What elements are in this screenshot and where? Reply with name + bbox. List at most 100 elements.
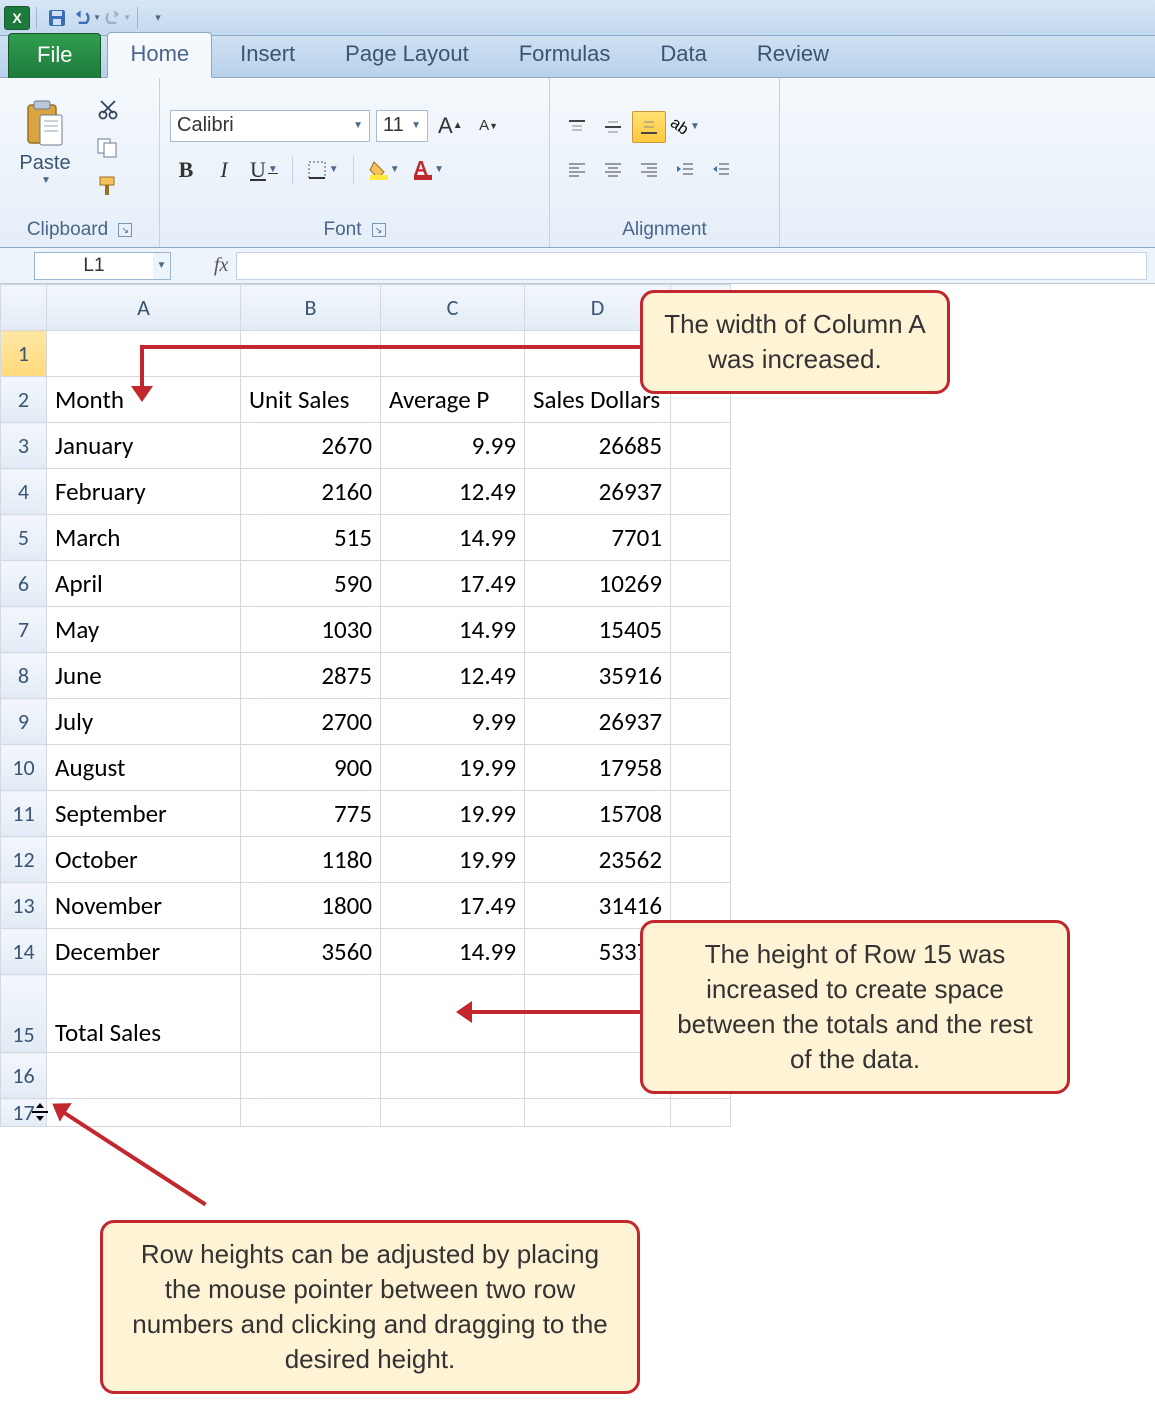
tab-insert[interactable]: Insert [218,33,317,77]
cell[interactable]: Unit Sales [241,377,381,423]
dialog-launcher-icon[interactable]: ↘ [372,223,386,237]
row-header[interactable]: 15 [1,975,47,1053]
customize-qat-button[interactable]: ▾ [144,5,172,31]
cell[interactable]: 1800 [241,883,381,929]
cell[interactable]: 26685 [525,423,671,469]
cell[interactable]: 23562 [525,837,671,883]
undo-button[interactable]: ▼ [73,5,101,31]
cell[interactable] [241,1053,381,1099]
row-header[interactable]: 3 [1,423,47,469]
cell[interactable] [525,1099,671,1127]
row-header[interactable]: 4 [1,469,47,515]
cell[interactable]: Total Sales [47,975,241,1053]
align-left-button[interactable] [560,153,594,185]
align-right-button[interactable] [632,153,666,185]
row-header[interactable]: 10 [1,745,47,791]
cell[interactable] [671,469,731,515]
cell[interactable]: March [47,515,241,561]
cell[interactable]: 19.99 [381,837,525,883]
font-size-combo[interactable]: 11 ▼ [376,110,428,142]
copy-button[interactable] [90,133,126,163]
cell[interactable]: August [47,745,241,791]
redo-button[interactable]: ▼ [103,5,131,31]
cell[interactable]: 12.49 [381,653,525,699]
column-header-c[interactable]: C [381,285,525,331]
font-name-combo[interactable]: Calibri ▼ [170,110,370,142]
row-header[interactable]: 8 [1,653,47,699]
row-header[interactable]: 16 [1,1053,47,1099]
cell[interactable]: October [47,837,241,883]
dropdown-caret-icon[interactable]: ▼ [409,120,421,131]
cell[interactable]: 26937 [525,469,671,515]
cell[interactable]: 2875 [241,653,381,699]
tab-formulas[interactable]: Formulas [497,33,633,77]
cell[interactable] [47,1053,241,1099]
cell[interactable]: July [47,699,241,745]
cell[interactable] [241,331,381,377]
row-header[interactable]: 6 [1,561,47,607]
select-all-corner[interactable] [1,285,47,331]
cell[interactable]: 10269 [525,561,671,607]
cell[interactable]: 15405 [525,607,671,653]
cell[interactable]: 14.99 [381,929,525,975]
cell[interactable] [671,791,731,837]
cell[interactable]: 17958 [525,745,671,791]
cell[interactable]: April [47,561,241,607]
cell[interactable]: 900 [241,745,381,791]
dropdown-caret-icon[interactable]: ▼ [351,120,363,131]
cell[interactable] [671,837,731,883]
dropdown-caret-icon[interactable]: ▼ [39,175,51,186]
dropdown-caret-icon[interactable]: ▼ [153,252,171,280]
grid[interactable]: A B C D 1 2 Month Unit Sales Average P S… [0,284,731,1127]
cell[interactable]: 9.99 [381,699,525,745]
cell[interactable]: 26937 [525,699,671,745]
align-top-button[interactable] [560,111,594,143]
italic-button[interactable]: I [208,153,240,187]
cell[interactable] [241,975,381,1053]
format-painter-button[interactable] [90,171,126,201]
cell[interactable]: February [47,469,241,515]
row-header[interactable]: 12 [1,837,47,883]
cell[interactable] [671,745,731,791]
cell[interactable] [671,653,731,699]
cell[interactable]: May [47,607,241,653]
dropdown-caret-icon[interactable]: ▼ [92,13,101,22]
cell[interactable]: Average P [381,377,525,423]
row-header[interactable]: 14 [1,929,47,975]
cell[interactable]: December [47,929,241,975]
cell[interactable]: 3560 [241,929,381,975]
tab-home[interactable]: Home [107,32,212,78]
align-middle-button[interactable] [596,111,630,143]
cell[interactable]: June [47,653,241,699]
dialog-launcher-icon[interactable]: ↘ [118,223,132,237]
fill-color-button[interactable]: ▼ [364,153,404,187]
increase-font-button[interactable]: A▲ [434,109,467,143]
row-header[interactable]: 7 [1,607,47,653]
tab-data[interactable]: Data [638,33,728,77]
bold-button[interactable]: B [170,153,202,187]
row-header[interactable]: 11 [1,791,47,837]
cell[interactable] [671,699,731,745]
cut-button[interactable] [90,95,126,125]
name-box[interactable]: L1 ▼ [34,252,154,280]
cell[interactable]: January [47,423,241,469]
cell[interactable]: 35916 [525,653,671,699]
cell[interactable]: 2670 [241,423,381,469]
cell[interactable]: 9.99 [381,423,525,469]
decrease-indent-button[interactable] [668,153,702,185]
row-header[interactable]: 1 [1,331,47,377]
cell[interactable] [381,1053,525,1099]
save-button[interactable] [43,5,71,31]
cell[interactable]: 19.99 [381,745,525,791]
cell[interactable]: 7701 [525,515,671,561]
tab-file[interactable]: File [8,33,101,78]
align-center-button[interactable] [596,153,630,185]
align-bottom-button[interactable] [632,111,666,143]
borders-button[interactable]: ▼ [303,153,343,187]
increase-indent-button[interactable] [704,153,738,185]
cell[interactable] [671,423,731,469]
cell[interactable]: 1180 [241,837,381,883]
cell[interactable]: 590 [241,561,381,607]
cell[interactable] [671,607,731,653]
cell[interactable]: 515 [241,515,381,561]
